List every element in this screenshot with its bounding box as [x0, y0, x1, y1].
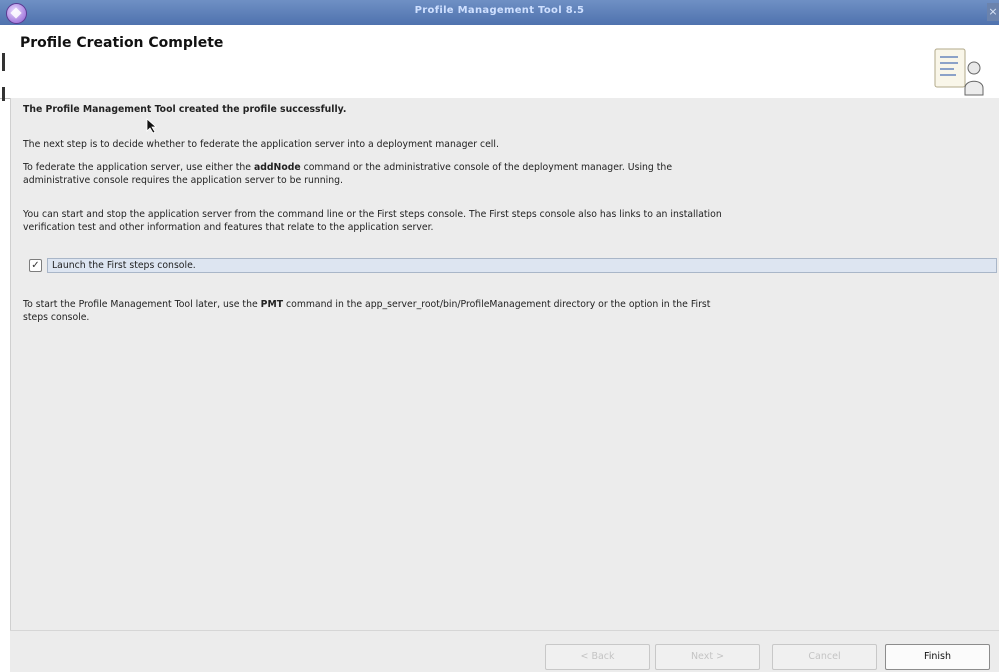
start-stop-line2: verification test and other information …	[23, 222, 434, 233]
wizard-content: The Profile Management Tool created the …	[10, 98, 999, 630]
footer-divider	[10, 630, 999, 631]
finish-button[interactable]: Finish	[885, 644, 990, 670]
federate-instructions: To federate the application server, use …	[23, 161, 672, 187]
pmt-text-before: To start the Profile Management Tool lat…	[23, 299, 261, 310]
page-header: Profile Creation Complete	[0, 25, 999, 101]
federate-text-line2: administrative console requires the appl…	[23, 175, 343, 186]
close-icon[interactable]: ×	[987, 3, 999, 21]
launch-first-steps-label[interactable]: Launch the First steps console.	[52, 259, 196, 272]
page-title: Profile Creation Complete	[20, 35, 224, 51]
window-title: Profile Management Tool 8.5	[414, 5, 585, 16]
window-titlebar: Profile Management Tool 8.5 ×	[0, 0, 999, 26]
wizard-footer: < Back Next > Cancel Finish	[10, 630, 999, 672]
pmt-text-line2: steps console.	[23, 312, 90, 323]
cancel-button[interactable]: Cancel	[772, 644, 877, 670]
start-stop-line1: You can start and stop the application s…	[23, 209, 722, 220]
next-step-text: The next step is to decide whether to fe…	[23, 139, 499, 150]
federate-text-after: command or the administrative console of…	[300, 162, 673, 173]
pmt-instructions: To start the Profile Management Tool lat…	[23, 298, 710, 324]
launch-first-steps-checkbox[interactable]: ✓	[29, 259, 42, 272]
launch-first-steps-label-area[interactable]: Launch the First steps console.	[47, 258, 997, 273]
profile-document-person-icon	[934, 48, 984, 96]
window-edge-mark	[2, 53, 5, 71]
mouse-pointer-icon	[146, 118, 158, 134]
next-button[interactable]: Next >	[655, 644, 760, 670]
success-message: The Profile Management Tool created the …	[23, 104, 347, 115]
launch-first-steps-option[interactable]: ✓ Launch the First steps console.	[29, 258, 997, 273]
start-stop-instructions: You can start and stop the application s…	[23, 208, 722, 234]
back-button[interactable]: < Back	[545, 644, 650, 670]
addnode-command: addNode	[253, 162, 301, 173]
window-edge-mark	[2, 87, 5, 101]
federate-text-before: To federate the application server, use …	[23, 162, 254, 173]
pmt-command: PMT	[260, 299, 284, 310]
pmt-text-after: command in the app_server_root/bin/Profi…	[283, 299, 711, 310]
